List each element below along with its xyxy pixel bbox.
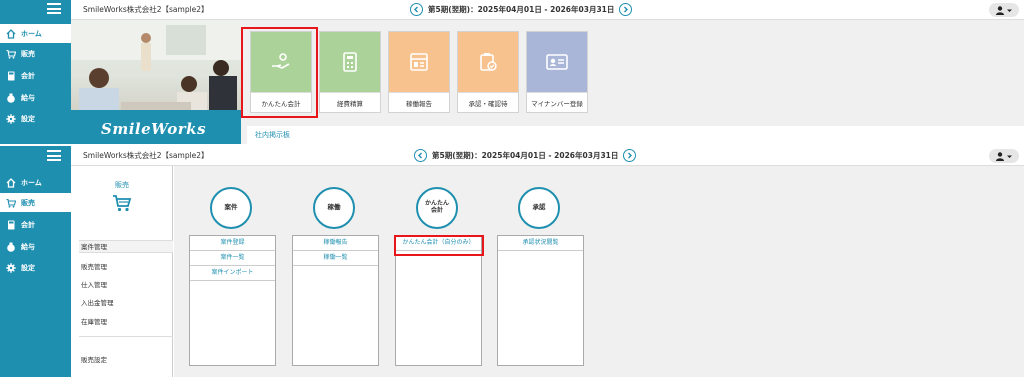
link-project-import[interactable]: 案件インポート (190, 266, 275, 281)
bulletin-board-title: 社内掲示板 (255, 131, 290, 139)
menu-project-management[interactable]: 案件管理 (79, 240, 173, 253)
sidebar-item-payroll[interactable]: 給与 (0, 237, 71, 256)
cart-icon (6, 198, 16, 208)
report-icon (389, 32, 449, 92)
gear-icon (6, 113, 16, 124)
link-project-list[interactable]: 案件一覧 (190, 251, 275, 266)
tile-label: マイナンバー登録 (527, 92, 587, 113)
company-name: SmileWorks株式会社2【sample2】 (83, 5, 209, 14)
highlight-box-easy-accounting-self (394, 235, 484, 256)
next-period-button[interactable] (619, 3, 633, 16)
menu-inventory-management[interactable]: 在庫管理 (81, 316, 173, 326)
sales-submenu: 販売 案件管理 販売管理 仕入管理 入出金管理 在庫管理 販売設定 (71, 166, 173, 377)
link-approval-status[interactable]: 承認状況閲覧 (498, 236, 583, 251)
menu-payment-management[interactable]: 入出金管理 (81, 297, 173, 307)
period-selector: 第5期(翌期)：2025年04月01日 - 2026年03月31日 (414, 149, 637, 162)
menu-sales-settings[interactable]: 販売設定 (81, 354, 173, 364)
link-operation-list[interactable]: 稼働一覧 (293, 251, 378, 266)
sidebar-item-label: 設定 (21, 114, 35, 123)
sidebar-item-accounting[interactable]: 会計 (0, 215, 71, 234)
sidebar-item-label: 会計 (21, 71, 35, 80)
link-project-register[interactable]: 案件登録 (190, 236, 275, 251)
category-box-project: 案件登録 案件一覧 案件インポート (189, 235, 276, 366)
sidebar-item-home[interactable]: ホーム (0, 173, 71, 192)
gear-icon (6, 262, 16, 273)
sidebar-item-label: 給与 (21, 242, 35, 251)
category-area: 案件 案件登録 案件一覧 案件インポート 稼働 稼働報告 稼働一覧 かんたん 会… (174, 166, 1024, 377)
tile-operation-report[interactable]: 稼働報告 (388, 31, 450, 113)
sidebar-item-label: 給与 (21, 93, 35, 102)
sales-panel-title: 販売 (115, 181, 129, 189)
user-menu-button[interactable] (989, 149, 1019, 163)
category-circle-easy-accounting: かんたん 会計 (416, 187, 458, 229)
sidebar-item-settings[interactable]: 設定 (0, 109, 71, 128)
hamburger-menu-icon[interactable] (47, 3, 61, 14)
period-label: 第5期(翌期)：2025年04月01日 - 2026年03月31日 (432, 151, 619, 160)
category-circle-project: 案件 (210, 187, 252, 229)
sidebar-item-sales[interactable]: 販売 (0, 44, 71, 63)
link-operation-report[interactable]: 稼働報告 (293, 236, 378, 251)
prev-period-button[interactable] (410, 3, 423, 16)
sidebar-item-label: 会計 (21, 220, 35, 229)
user-icon (996, 5, 1012, 15)
tile-mynumber[interactable]: マイナンバー登録 (526, 31, 588, 113)
calculator-icon (6, 220, 16, 230)
highlight-box-easy-accounting (241, 27, 318, 118)
sidebar-item-label: 設定 (21, 263, 35, 272)
sidebar-item-sales[interactable]: 販売 (0, 193, 71, 212)
home-dashboard: SmileWorks かんたん会計 経費精算 稼働報告 承認・確認待 マイナンバ… (71, 20, 1024, 144)
money-bag-icon (6, 242, 16, 252)
user-menu-button[interactable] (989, 3, 1019, 17)
top-header: SmileWorks株式会社2【sample2】 第5期(翌期)：2025年04… (71, 0, 1024, 20)
cart-icon (6, 49, 16, 59)
clipboard-check-icon (458, 32, 518, 92)
sidebar-item-home[interactable]: ホーム (0, 24, 71, 43)
home-icon (6, 28, 16, 39)
tile-expense[interactable]: 経費精算 (319, 31, 381, 113)
id-card-icon (527, 32, 587, 92)
bulletin-board: 社内掲示板 (247, 126, 1024, 144)
calculator-icon (6, 71, 16, 81)
divider (79, 336, 173, 337)
sidebar-item-accounting[interactable]: 会計 (0, 66, 71, 85)
period-label: 第5期(翌期)：2025年04月01日 - 2026年03月31日 (428, 5, 615, 14)
sidebar-item-label: 販売 (21, 198, 35, 207)
user-icon (996, 151, 1012, 161)
bottom-header: SmileWorks株式会社2【sample2】 第5期(翌期)：2025年04… (71, 146, 1024, 166)
category-box-approval: 承認状況閲覧 (497, 235, 584, 366)
smileworks-logo: SmileWorks (101, 120, 207, 138)
sidebar-item-label: ホーム (21, 29, 42, 38)
prev-period-button[interactable] (414, 149, 427, 162)
sidebar-item-label: 販売 (21, 49, 35, 58)
tile-label: 経費精算 (320, 92, 380, 113)
hamburger-menu-icon[interactable] (47, 150, 61, 161)
category-circle-operation: 稼働 (313, 187, 355, 229)
period-selector: 第5期(翌期)：2025年04月01日 - 2026年03月31日 (410, 3, 633, 16)
tile-label: 稼働報告 (389, 92, 449, 113)
category-box-operation: 稼働報告 稼働一覧 (292, 235, 379, 366)
office-photo: SmileWorks (71, 20, 241, 144)
sidebar-item-label: ホーム (21, 178, 42, 187)
menu-purchase-management[interactable]: 仕入管理 (81, 279, 173, 289)
sidebar-top: ホーム 販売 会計 給与 設定 (0, 0, 71, 144)
sidebar-item-settings[interactable]: 設定 (0, 258, 71, 277)
sidebar-item-payroll[interactable]: 給与 (0, 88, 71, 107)
tile-approval[interactable]: 承認・確認待 (457, 31, 519, 113)
money-bag-icon (6, 93, 16, 103)
calculator-icon (320, 32, 380, 92)
company-name: SmileWorks株式会社2【sample2】 (83, 151, 209, 160)
tile-label: 承認・確認待 (458, 92, 518, 113)
next-period-button[interactable] (623, 149, 637, 162)
menu-sales-management[interactable]: 販売管理 (81, 261, 173, 271)
sidebar-bottom: ホーム 販売 会計 給与 設定 (0, 146, 71, 377)
category-circle-approval: 承認 (518, 187, 560, 229)
home-icon (6, 177, 16, 188)
cart-icon (112, 194, 132, 216)
